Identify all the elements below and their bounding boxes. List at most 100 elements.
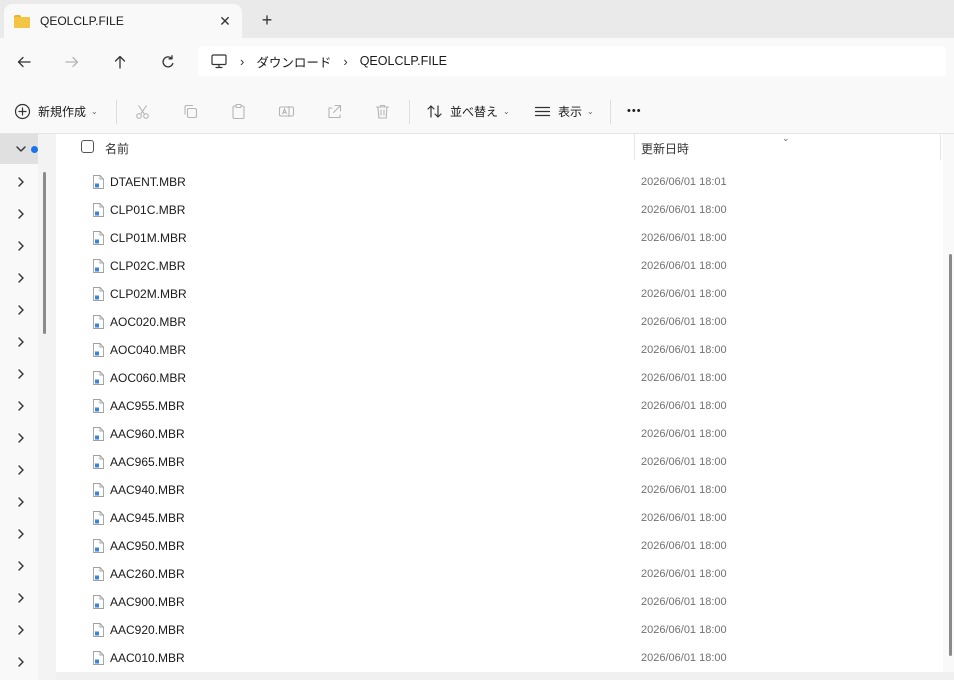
chevron-right-icon[interactable] xyxy=(14,591,28,605)
chevron-right-icon[interactable] xyxy=(14,655,28,669)
address-row: › ダウンロード › QEOLCLP.FILE xyxy=(0,38,954,86)
sort-button[interactable]: 並べ替え ⌄ xyxy=(426,98,510,124)
up-button[interactable] xyxy=(108,50,132,74)
file-icon xyxy=(93,427,104,441)
file-name: AAC950.MBR xyxy=(110,539,185,553)
share-button[interactable] xyxy=(326,98,343,124)
forward-button[interactable] xyxy=(60,50,84,74)
file-modified-date: 2026/06/01 18:00 xyxy=(641,484,727,496)
close-tab-icon[interactable]: ✕ xyxy=(214,10,236,32)
file-name: AAC920.MBR xyxy=(110,623,185,637)
file-row[interactable]: AAC010.MBR 2026/06/01 18:00 xyxy=(56,644,943,672)
trash-icon xyxy=(375,104,390,119)
file-row[interactable]: AOC060.MBR 2026/06/01 18:00 xyxy=(56,364,943,392)
file-row[interactable]: AAC920.MBR 2026/06/01 18:00 xyxy=(56,616,943,644)
view-button[interactable]: 表示 ⌄ xyxy=(534,98,594,124)
file-name: CLP01M.MBR xyxy=(110,231,187,245)
chevron-down-icon: ⌄ xyxy=(503,106,510,116)
file-icon xyxy=(93,203,104,217)
file-row[interactable]: AOC040.MBR 2026/06/01 18:00 xyxy=(56,336,943,364)
chevron-right-icon[interactable] xyxy=(14,399,28,413)
file-row[interactable]: CLP01C.MBR 2026/06/01 18:00 xyxy=(56,196,943,224)
share-icon xyxy=(328,104,342,118)
file-icon xyxy=(93,651,104,665)
chevron-right-icon[interactable] xyxy=(14,559,28,573)
new-button[interactable]: 新規作成 ⌄ xyxy=(14,98,98,124)
horizontal-scrollbar-track[interactable] xyxy=(56,672,954,680)
breadcrumb-downloads[interactable]: ダウンロード xyxy=(256,52,331,71)
plus-circle-icon xyxy=(14,103,31,119)
file-row[interactable]: AOC020.MBR 2026/06/01 18:00 xyxy=(56,308,943,336)
file-name: AAC010.MBR xyxy=(110,651,185,665)
file-modified-date: 2026/06/01 18:00 xyxy=(641,316,727,328)
refresh-button[interactable] xyxy=(156,50,180,74)
file-row[interactable]: AAC965.MBR 2026/06/01 18:00 xyxy=(56,448,943,476)
breadcrumb-separator[interactable]: › xyxy=(240,54,244,69)
file-row[interactable]: AAC945.MBR 2026/06/01 18:00 xyxy=(56,504,943,532)
chevron-down-icon[interactable] xyxy=(14,142,28,156)
file-row[interactable]: AAC960.MBR 2026/06/01 18:00 xyxy=(56,420,943,448)
file-name: AAC945.MBR xyxy=(110,511,185,525)
file-modified-date: 2026/06/01 18:00 xyxy=(641,512,727,524)
file-modified-date: 2026/06/01 18:00 xyxy=(641,400,727,412)
chevron-right-icon[interactable] xyxy=(14,303,28,317)
divider xyxy=(409,100,410,124)
folder-icon xyxy=(14,14,30,28)
select-all-checkbox[interactable] xyxy=(81,140,94,153)
file-name: AOC020.MBR xyxy=(110,315,187,329)
refresh-icon xyxy=(162,55,174,68)
file-name: AAC965.MBR xyxy=(110,455,185,469)
chevron-right-icon[interactable] xyxy=(14,527,28,541)
file-row[interactable]: CLP01M.MBR 2026/06/01 18:00 xyxy=(56,224,943,252)
delete-button[interactable] xyxy=(374,98,391,124)
nav-scrollbar-thumb[interactable] xyxy=(43,172,46,334)
cut-button[interactable] xyxy=(134,98,151,124)
file-row[interactable]: CLP02M.MBR 2026/06/01 18:00 xyxy=(56,280,943,308)
file-list-scrollbar-thumb[interactable] xyxy=(949,254,952,656)
column-divider[interactable] xyxy=(940,134,941,160)
file-modified-date: 2026/06/01 18:00 xyxy=(641,652,727,664)
file-row[interactable]: DTAENT.MBR 2026/06/01 18:01 xyxy=(56,168,943,196)
rename-button[interactable] xyxy=(278,98,295,124)
chevron-right-icon[interactable] xyxy=(14,335,28,349)
file-row[interactable]: AAC940.MBR 2026/06/01 18:00 xyxy=(56,476,943,504)
chevron-right-icon[interactable] xyxy=(14,175,28,189)
file-modified-date: 2026/06/01 18:00 xyxy=(641,260,727,272)
file-icon xyxy=(93,511,104,525)
file-row[interactable]: AAC950.MBR 2026/06/01 18:00 xyxy=(56,532,943,560)
file-modified-date: 2026/06/01 18:00 xyxy=(641,540,727,552)
chevron-right-icon[interactable] xyxy=(14,239,28,253)
file-modified-date: 2026/06/01 18:00 xyxy=(641,624,727,636)
computer-icon[interactable] xyxy=(210,52,228,70)
file-row[interactable]: AAC900.MBR 2026/06/01 18:00 xyxy=(56,588,943,616)
chevron-right-icon[interactable] xyxy=(14,431,28,445)
address-bar[interactable]: › ダウンロード › QEOLCLP.FILE xyxy=(198,46,946,76)
divider xyxy=(116,100,117,124)
chevron-right-icon[interactable] xyxy=(14,271,28,285)
breadcrumb-current-folder[interactable]: QEOLCLP.FILE xyxy=(360,54,447,68)
file-name: DTAENT.MBR xyxy=(110,175,186,189)
back-button[interactable] xyxy=(12,50,36,74)
scissors-icon xyxy=(136,104,149,119)
chevron-right-icon[interactable] xyxy=(14,495,28,509)
file-row[interactable]: CLP02C.MBR 2026/06/01 18:00 xyxy=(56,252,943,280)
tab-qeolclp-file[interactable]: QEOLCLP.FILE ✕ xyxy=(4,4,242,38)
chevron-right-icon[interactable] xyxy=(14,463,28,477)
command-bar: 新規作成 ⌄ 並べ替え ⌄ 表示 ⌄ ••• xyxy=(0,86,954,134)
more-options-button[interactable]: ••• xyxy=(627,98,642,124)
copy-button[interactable] xyxy=(182,98,199,124)
file-row[interactable]: AAC955.MBR 2026/06/01 18:00 xyxy=(56,392,943,420)
file-modified-date: 2026/06/01 18:00 xyxy=(641,428,727,440)
chevron-right-icon[interactable] xyxy=(14,367,28,381)
column-name-header[interactable]: 名前 xyxy=(105,140,129,157)
paste-button[interactable] xyxy=(230,98,247,124)
chevron-right-icon[interactable] xyxy=(14,207,28,221)
chevron-right-icon[interactable] xyxy=(14,623,28,637)
file-icon xyxy=(93,539,104,553)
file-row[interactable]: AAC260.MBR 2026/06/01 18:00 xyxy=(56,560,943,588)
column-divider[interactable] xyxy=(634,134,635,160)
rename-icon xyxy=(278,105,295,117)
new-tab-button[interactable]: + xyxy=(256,9,278,31)
breadcrumb-separator[interactable]: › xyxy=(343,54,347,69)
column-date-header[interactable]: 更新日時 xyxy=(641,140,689,157)
